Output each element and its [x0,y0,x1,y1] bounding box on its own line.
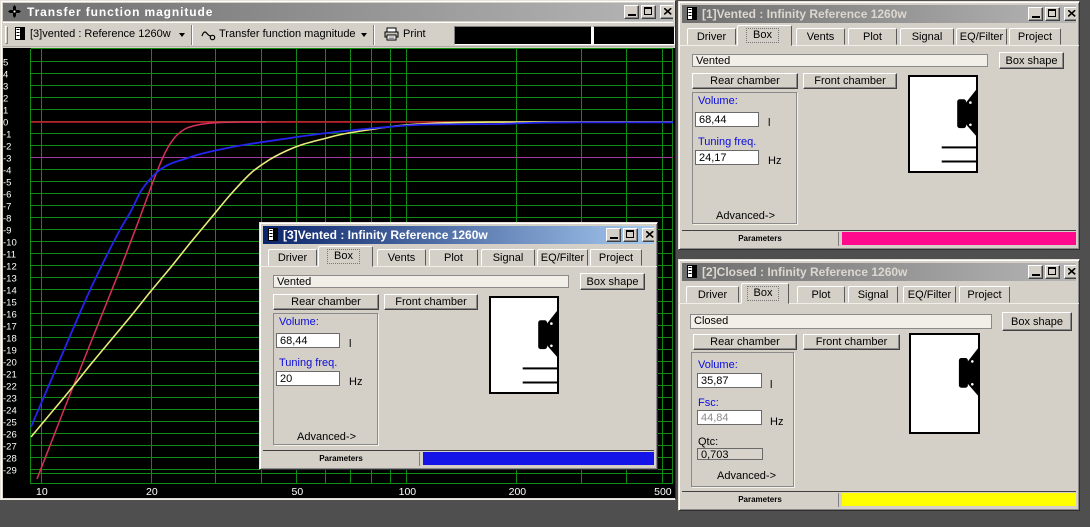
svg-text:-11: -11 [3,249,16,260]
svg-text:-27: -27 [3,441,17,452]
svg-text:-8: -8 [3,213,11,224]
svg-text:-14: -14 [3,285,17,296]
svg-text:-19: -19 [3,345,17,356]
svg-text:-5: -5 [3,177,11,188]
svg-text:-21: -21 [3,369,17,380]
svg-text:-22: -22 [3,381,17,392]
svg-text:-29: -29 [3,465,17,476]
svg-text:500: 500 [654,486,672,498]
svg-text:-16: -16 [3,309,17,320]
svg-text:-12: -12 [3,261,17,272]
svg-text:100: 100 [399,486,417,498]
svg-text:-6: -6 [3,189,11,200]
svg-text:-4: -4 [3,165,11,176]
svg-text:-25: -25 [3,417,17,428]
svg-text:20: 20 [146,486,158,498]
svg-text:-9: -9 [3,225,11,236]
svg-text:-23: -23 [3,393,17,404]
svg-text:-26: -26 [3,429,17,440]
svg-text:1: 1 [3,105,8,116]
svg-text:5: 5 [3,57,8,68]
svg-text:2: 2 [3,93,8,104]
svg-text:-15: -15 [3,297,17,308]
svg-text:50: 50 [292,486,304,498]
svg-text:-1: -1 [3,129,11,140]
svg-text:-10: -10 [3,237,17,248]
svg-text:-3: -3 [3,153,11,164]
svg-text:4: 4 [3,69,8,80]
svg-text:-20: -20 [3,357,17,368]
svg-text:0: 0 [3,117,8,128]
svg-text:-18: -18 [3,333,17,344]
svg-text:200: 200 [509,486,527,498]
svg-text:-13: -13 [3,273,17,284]
svg-text:10: 10 [36,486,48,498]
svg-text:-2: -2 [3,141,11,152]
svg-text:3: 3 [3,81,8,92]
svg-text:-7: -7 [3,201,11,212]
svg-text:-17: -17 [3,321,17,332]
svg-text:-24: -24 [3,405,17,416]
svg-text:-28: -28 [3,453,17,464]
